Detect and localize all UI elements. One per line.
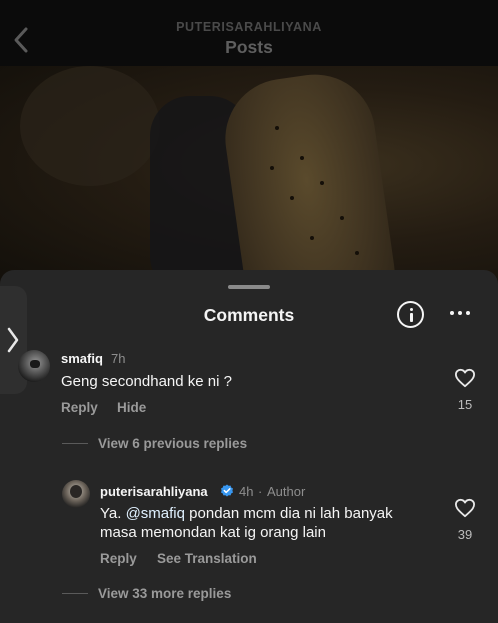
divider-line <box>62 443 88 444</box>
chevron-right-icon <box>7 327 19 353</box>
image-detail <box>340 216 344 220</box>
reply-text-rest: pondan mcm dia ni lah banyak <box>185 505 393 522</box>
post-image[interactable] <box>0 66 498 286</box>
image-detail <box>310 236 314 240</box>
info-icon[interactable] <box>397 301 424 328</box>
drag-handle[interactable] <box>228 285 270 289</box>
hide-button[interactable]: Hide <box>117 400 146 415</box>
image-region <box>217 66 403 286</box>
header-username: PUTERISARAHLIYANA <box>176 20 322 34</box>
image-detail <box>275 126 279 130</box>
image-region <box>20 66 160 186</box>
verified-badge-icon <box>221 484 233 497</box>
reply-button[interactable]: Reply <box>100 551 137 566</box>
mention-link[interactable]: @smafiq <box>126 505 185 522</box>
image-detail <box>290 196 294 200</box>
meta-separator: · <box>258 484 263 499</box>
heart-icon[interactable] <box>454 368 476 388</box>
top-bar: PUTERISARAHLIYANA Posts <box>0 0 498 66</box>
image-detail <box>320 181 324 185</box>
reply-time: 4h <box>239 484 254 499</box>
comments-sheet: Comments <box>0 270 498 623</box>
reply-text-line-1: Ya. @smafiq pondan mcm dia ni lah banyak <box>100 504 393 524</box>
view-more-replies-button[interactable]: View 33 more replies <box>98 586 231 601</box>
avatar[interactable] <box>18 350 50 382</box>
like-count: 15 <box>457 397 473 412</box>
heart-icon[interactable] <box>454 498 476 518</box>
image-detail <box>300 156 304 160</box>
reply-text-line-2: masa memondan kat ig orang lain <box>100 524 326 541</box>
reply-button[interactable]: Reply <box>61 400 98 415</box>
reply-username[interactable]: puterisarahliyana <box>100 484 208 499</box>
divider-line <box>62 593 88 594</box>
page-title: Posts <box>225 37 273 57</box>
view-previous-replies-button[interactable]: View 6 previous replies <box>98 436 247 451</box>
image-detail <box>270 166 274 170</box>
image-detail <box>355 251 359 255</box>
comment-username[interactable]: smafiq <box>61 351 103 366</box>
like-count: 39 <box>457 527 473 542</box>
author-label: Author <box>267 484 306 499</box>
avatar[interactable] <box>62 480 90 508</box>
comment-text: Geng secondhand ke ni ? <box>61 373 232 390</box>
reply-text-prefix: Ya. <box>100 505 126 522</box>
comment-time: 7h <box>111 351 126 366</box>
see-translation-button[interactable]: See Translation <box>157 551 257 566</box>
more-options-icon[interactable] <box>450 311 470 317</box>
